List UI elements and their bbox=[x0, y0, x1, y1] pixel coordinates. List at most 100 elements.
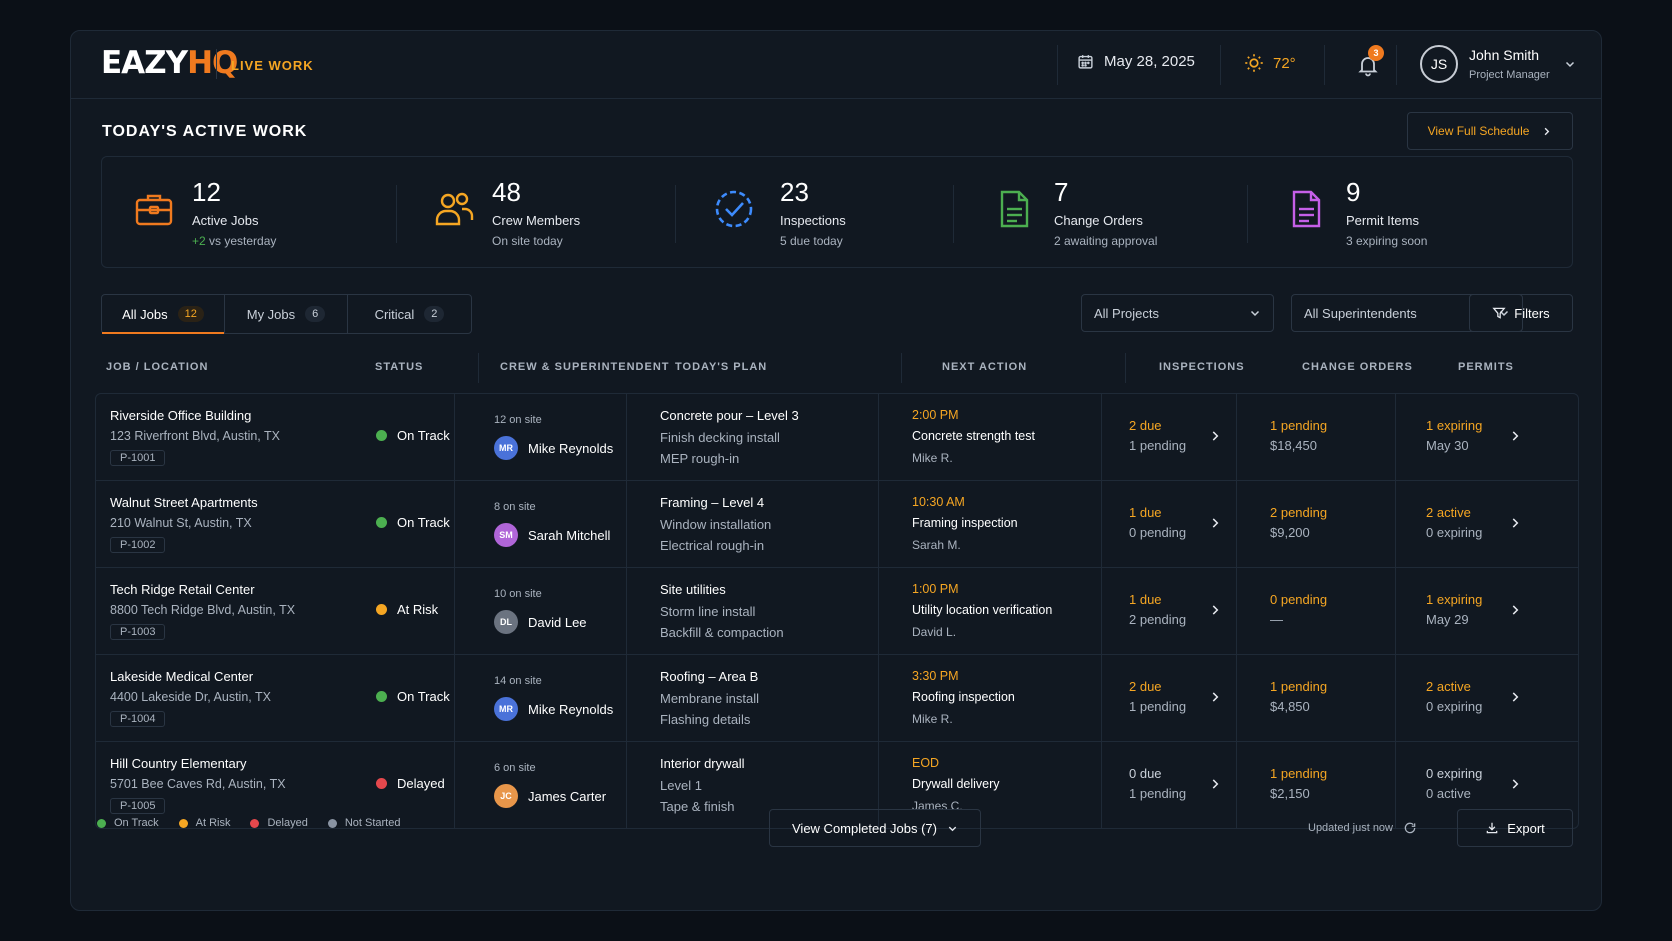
permits-status: 1 expiring bbox=[1426, 418, 1483, 433]
plan-item: Backfill & compaction bbox=[660, 625, 784, 640]
tab-critical[interactable]: Critical 2 bbox=[348, 295, 471, 333]
table-row[interactable]: Walnut Street Apartments 210 Walnut St, A… bbox=[96, 481, 1578, 568]
job-name[interactable]: Walnut Street Apartments bbox=[110, 495, 258, 510]
plan-item: Window installation bbox=[660, 517, 772, 532]
chevron-right-icon[interactable] bbox=[1208, 429, 1222, 443]
chevron-right-icon[interactable] bbox=[1508, 516, 1522, 530]
job-name[interactable]: Riverside Office Building bbox=[110, 408, 251, 423]
column-header-status[interactable]: STATUS bbox=[375, 361, 423, 373]
divider bbox=[1101, 394, 1102, 481]
superintendent-name[interactable]: James Carter bbox=[528, 789, 606, 804]
divider bbox=[454, 481, 455, 568]
view-completed-jobs-button[interactable]: View Completed Jobs (7) bbox=[769, 809, 981, 847]
superintendent-name[interactable]: Mike Reynolds bbox=[528, 441, 613, 456]
page-title: TODAY'S ACTIVE WORK bbox=[102, 123, 308, 140]
refresh-icon[interactable] bbox=[1403, 821, 1417, 835]
chevron-down-icon bbox=[1250, 310, 1260, 317]
live-work-panel: EAZYHQ LIVE WORK May 28, 2025 72° 3 JS J… bbox=[70, 30, 1602, 911]
inspections-due: 0 due bbox=[1129, 766, 1162, 781]
next-action-owner: Sarah M. bbox=[912, 538, 961, 552]
superintendent-name[interactable]: Mike Reynolds bbox=[528, 702, 613, 717]
projects-dropdown[interactable]: All Projects bbox=[1081, 294, 1274, 332]
tab-all-jobs[interactable]: All Jobs 12 bbox=[102, 295, 225, 334]
chevron-down-icon[interactable] bbox=[1564, 58, 1576, 70]
table-row[interactable]: Riverside Office Building 123 Riverfront … bbox=[96, 394, 1578, 481]
divider bbox=[1220, 45, 1221, 85]
plan-item: Flashing details bbox=[660, 712, 751, 727]
chevron-right-icon[interactable] bbox=[1208, 690, 1222, 704]
permits-detail: May 30 bbox=[1426, 438, 1469, 453]
crew-count: 6 on site bbox=[494, 762, 536, 774]
chevron-right-icon[interactable] bbox=[1508, 777, 1522, 791]
inspections-due: 1 due bbox=[1129, 592, 1162, 607]
divider bbox=[454, 568, 455, 655]
stat-value: 12 bbox=[192, 177, 221, 207]
job-name[interactable]: Lakeside Medical Center bbox=[110, 669, 253, 684]
column-header-crew[interactable]: CREW & SUPERINTENDENT bbox=[500, 361, 670, 373]
jobs-table: Riverside Office Building 123 Riverfront … bbox=[95, 393, 1579, 829]
column-header-next-action[interactable]: NEXT ACTION bbox=[942, 361, 1027, 373]
superintendent-name[interactable]: David Lee bbox=[528, 615, 587, 630]
divider bbox=[626, 742, 627, 829]
plan-item: Tape & finish bbox=[660, 799, 735, 814]
table-row[interactable]: Lakeside Medical Center 4400 Lakeside Dr,… bbox=[96, 655, 1578, 742]
plan-item: MEP rough-in bbox=[660, 451, 740, 466]
chevron-right-icon[interactable] bbox=[1208, 603, 1222, 617]
user-avatar[interactable]: JS bbox=[1420, 45, 1458, 83]
job-address: 4400 Lakeside Dr, Austin, TX bbox=[110, 690, 271, 704]
chevron-right-icon[interactable] bbox=[1508, 690, 1522, 704]
status-indicator: On Track bbox=[376, 515, 450, 530]
divider bbox=[1057, 45, 1058, 85]
status-indicator: On Track bbox=[376, 689, 450, 704]
crew-count: 14 on site bbox=[494, 675, 542, 687]
permits-status: 2 active bbox=[1426, 679, 1471, 694]
divider bbox=[454, 742, 455, 829]
export-button[interactable]: Export bbox=[1457, 809, 1573, 847]
table-row[interactable]: Tech Ridge Retail Center 8800 Tech Ridge … bbox=[96, 568, 1578, 655]
chevron-right-icon[interactable] bbox=[1208, 516, 1222, 530]
job-name[interactable]: Hill Country Elementary bbox=[110, 756, 247, 771]
divider bbox=[1236, 742, 1237, 829]
inspections-pending: 0 pending bbox=[1129, 525, 1187, 540]
weather-display[interactable]: 72° bbox=[1244, 53, 1296, 73]
crew-icon bbox=[435, 192, 474, 226]
job-address: 5701 Bee Caves Rd, Austin, TX bbox=[110, 777, 286, 791]
plan-title: Roofing – Area B bbox=[660, 669, 759, 684]
status-label: At Risk bbox=[397, 602, 439, 617]
view-full-schedule-button[interactable]: View Full Schedule bbox=[1407, 112, 1573, 150]
next-action-time: 1:00 PM bbox=[912, 582, 959, 596]
chevron-right-icon[interactable] bbox=[1508, 603, 1522, 617]
date-display[interactable]: May 28, 2025 bbox=[1077, 53, 1195, 70]
permits-status: 1 expiring bbox=[1426, 592, 1483, 607]
job-id-badge: P-1002 bbox=[110, 537, 166, 553]
divider bbox=[1236, 655, 1237, 742]
job-name[interactable]: Tech Ridge Retail Center bbox=[110, 582, 255, 597]
job-address: 210 Walnut St, Austin, TX bbox=[110, 516, 252, 530]
crew-count: 10 on site bbox=[494, 588, 542, 600]
chevron-right-icon[interactable] bbox=[1508, 429, 1522, 443]
user-name[interactable]: John Smith bbox=[1469, 47, 1539, 63]
chevron-right-icon[interactable] bbox=[1208, 777, 1222, 791]
top-bar: EAZYHQ LIVE WORK May 28, 2025 72° 3 JS J… bbox=[71, 31, 1601, 99]
superintendent-name[interactable]: Sarah Mitchell bbox=[528, 528, 610, 543]
next-action-time: 10:30 AM bbox=[912, 495, 965, 509]
column-header-inspections[interactable]: INSPECTIONS bbox=[1159, 361, 1245, 373]
column-header-change-orders[interactable]: CHANGE ORDERS bbox=[1302, 361, 1413, 373]
column-header-job[interactable]: JOB / LOCATION bbox=[106, 361, 208, 373]
filters-button[interactable]: Filters bbox=[1469, 294, 1573, 332]
divider bbox=[626, 568, 627, 655]
avatar: MR bbox=[494, 697, 518, 721]
filters-label: Filters bbox=[1514, 305, 1550, 321]
tab-my-jobs[interactable]: My Jobs 6 bbox=[225, 295, 348, 333]
user-role: Project Manager bbox=[1469, 69, 1550, 81]
plan-item: Level 1 bbox=[660, 778, 702, 793]
divider bbox=[1101, 481, 1102, 568]
superintendents-dropdown-value: All Superintendents bbox=[1304, 305, 1417, 321]
divider bbox=[1395, 394, 1396, 481]
column-header-permits[interactable]: PERMITS bbox=[1458, 361, 1514, 373]
column-header-plan[interactable]: TODAY'S PLAN bbox=[675, 361, 767, 373]
status-indicator: On Track bbox=[376, 428, 450, 443]
status-legend: On Track At Risk Delayed Not Started bbox=[97, 817, 400, 829]
change-orders-pending: 1 pending bbox=[1270, 766, 1328, 781]
section-label: LIVE WORK bbox=[231, 58, 314, 73]
